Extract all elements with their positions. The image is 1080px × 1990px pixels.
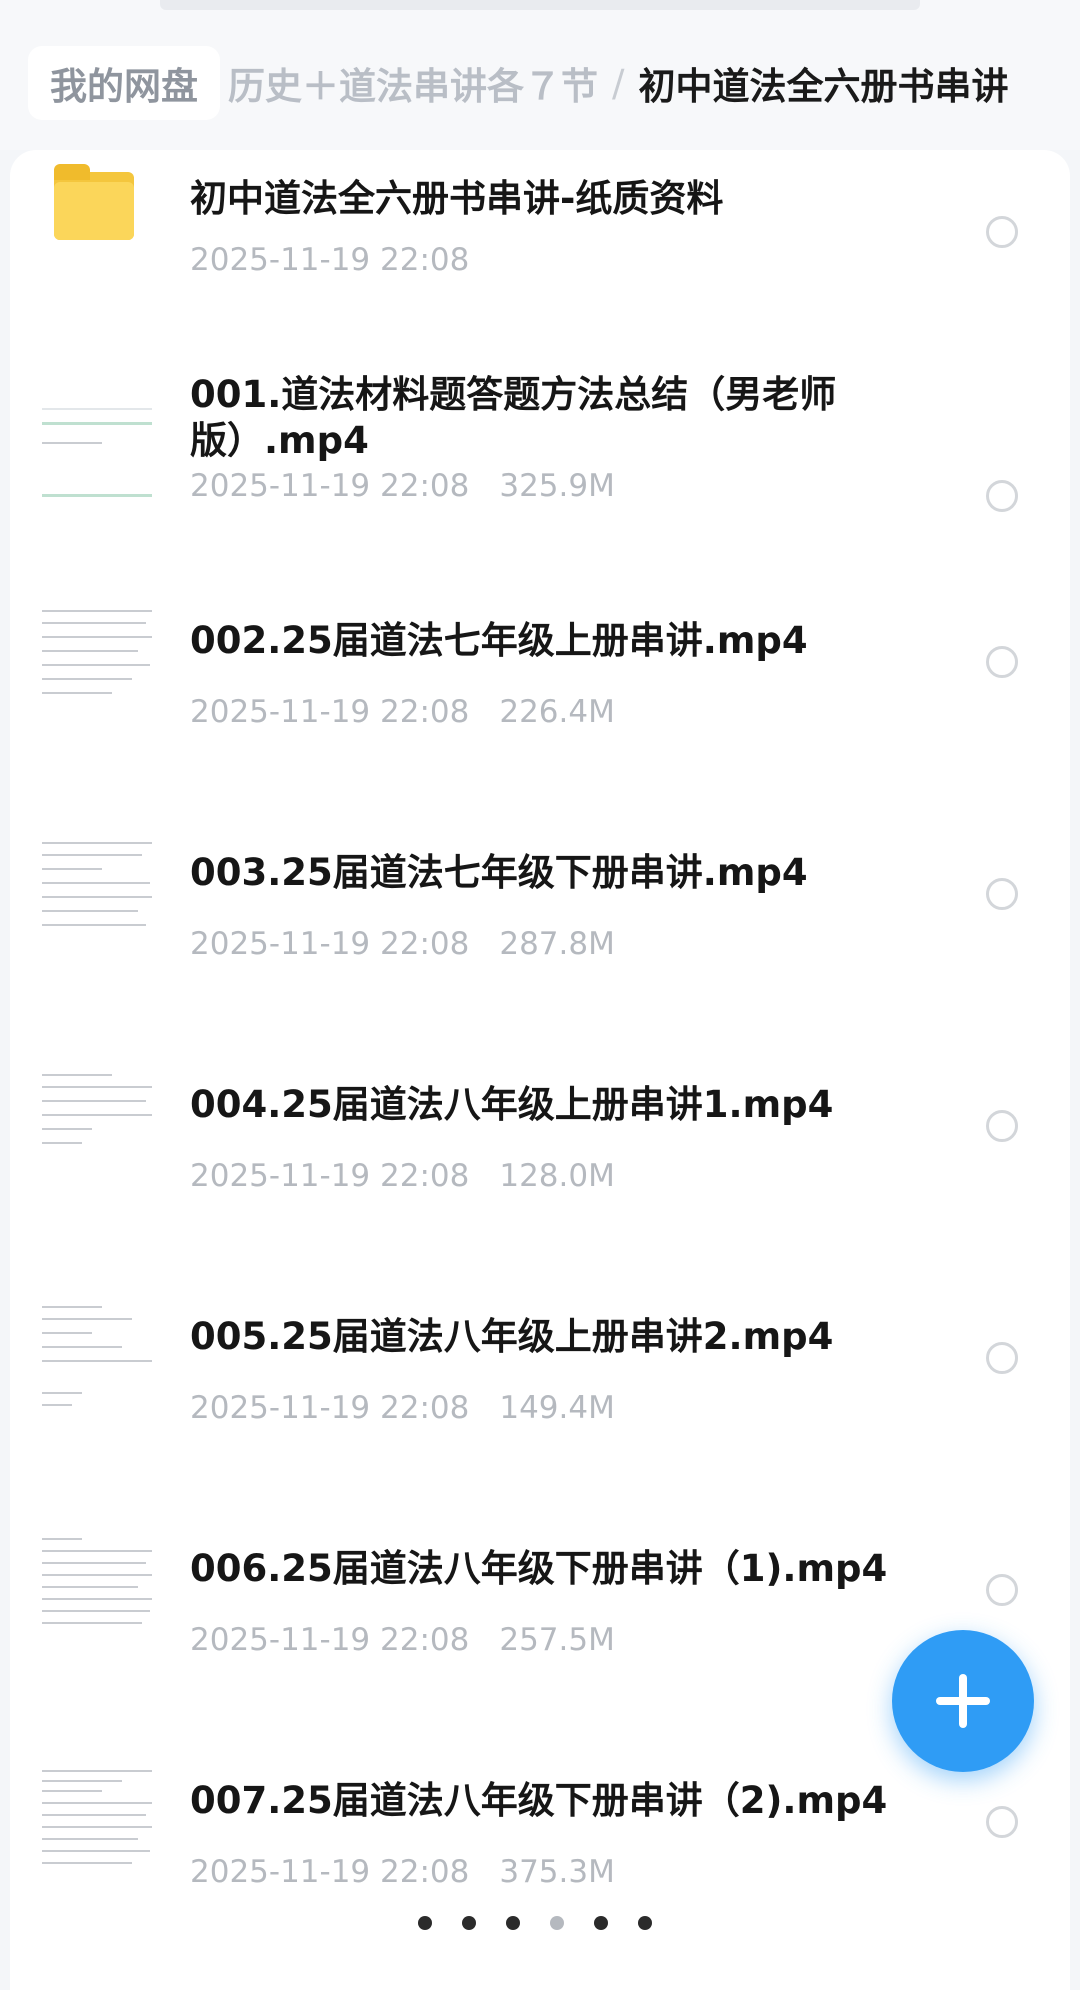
item-size: 325.9M bbox=[499, 468, 615, 504]
item-size: 257.5M bbox=[499, 1622, 615, 1658]
breadcrumb-separator: / bbox=[612, 61, 625, 105]
item-title: 007.25届道法八年级下册串讲（2).mp4 bbox=[190, 1779, 888, 1822]
status-strip bbox=[160, 0, 920, 10]
item-size: 375.3M bbox=[499, 1854, 615, 1890]
item-title: 003.25届道法七年级下册串讲.mp4 bbox=[190, 851, 808, 894]
item-size: 287.8M bbox=[499, 926, 615, 962]
select-checkbox[interactable] bbox=[986, 878, 1018, 910]
item-size: 128.0M bbox=[499, 1158, 615, 1194]
item-size: 226.4M bbox=[499, 694, 615, 730]
select-checkbox[interactable] bbox=[986, 1806, 1018, 1838]
item-date: 2025-11-19 22:08 bbox=[190, 242, 470, 278]
page-indicator bbox=[418, 1916, 652, 1930]
page-dot[interactable] bbox=[462, 1916, 476, 1930]
video-thumbnail bbox=[40, 1302, 160, 1422]
list-item[interactable]: 007.25届道法八年级下册串讲（2).mp4 2025-11-19 22:08… bbox=[10, 1742, 1070, 1974]
item-meta: 2025-11-19 22:08 226.4M bbox=[190, 694, 615, 730]
item-date: 2025-11-19 22:08 bbox=[190, 1158, 470, 1194]
select-checkbox[interactable] bbox=[986, 216, 1018, 248]
item-title: 初中道法全六册书串讲-纸质资料 bbox=[190, 177, 724, 220]
item-meta: 2025-11-19 22:08 257.5M bbox=[190, 1622, 615, 1658]
video-thumbnail bbox=[40, 402, 160, 522]
page-dot[interactable] bbox=[638, 1916, 652, 1930]
item-size: 149.4M bbox=[499, 1390, 615, 1426]
item-meta: 2025-11-19 22:08 149.4M bbox=[190, 1390, 615, 1426]
item-title: 002.25届道法七年级上册串讲.mp4 bbox=[190, 619, 808, 662]
item-meta: 2025-11-19 22:08 128.0M bbox=[190, 1158, 615, 1194]
page-dot[interactable] bbox=[594, 1916, 608, 1930]
list-item[interactable]: 005.25届道法八年级上册串讲2.mp4 2025-11-19 22:08 14… bbox=[10, 1278, 1070, 1510]
breadcrumb-current: 初中道法全六册书串讲 bbox=[638, 65, 1009, 108]
select-checkbox[interactable] bbox=[986, 1110, 1018, 1142]
item-meta: 2025-11-19 22:08 375.3M bbox=[190, 1854, 615, 1890]
item-date: 2025-11-19 22:08 bbox=[190, 1622, 470, 1658]
item-meta: 2025-11-19 22:08 287.8M bbox=[190, 926, 615, 962]
item-meta: 2025-11-19 22:08 325.9M bbox=[190, 468, 615, 504]
item-date: 2025-11-19 22:08 bbox=[190, 926, 470, 962]
video-thumbnail bbox=[40, 606, 160, 726]
list-item[interactable]: 004.25届道法八年级上册串讲1.mp4 2025-11-19 22:08 12… bbox=[10, 1046, 1070, 1278]
item-date: 2025-11-19 22:08 bbox=[190, 694, 470, 730]
page-dot[interactable] bbox=[506, 1916, 520, 1930]
select-checkbox[interactable] bbox=[986, 1342, 1018, 1374]
item-date: 2025-11-19 22:08 bbox=[190, 1390, 470, 1426]
item-title: 005.25届道法八年级上册串讲2.mp4 bbox=[190, 1315, 834, 1358]
list-item[interactable]: 002.25届道法七年级上册串讲.mp4 2025-11-19 22:08 226… bbox=[10, 582, 1070, 814]
video-thumbnail bbox=[40, 1070, 160, 1190]
item-meta: 2025-11-19 22:08 bbox=[190, 242, 469, 278]
select-checkbox[interactable] bbox=[986, 1574, 1018, 1606]
item-date: 2025-11-19 22:08 bbox=[190, 1854, 470, 1890]
item-title: 006.25届道法八年级下册串讲（1).mp4 bbox=[190, 1547, 888, 1590]
add-button[interactable] bbox=[892, 1630, 1034, 1772]
list-item[interactable]: 001.道法材料题答题方法总结（男老师版）.mp4 2025-11-19 22:… bbox=[10, 322, 1070, 554]
video-thumbnail bbox=[40, 1534, 160, 1654]
page-dot[interactable] bbox=[418, 1916, 432, 1930]
select-checkbox[interactable] bbox=[986, 480, 1018, 512]
item-title: 004.25届道法八年级上册串讲1.mp4 bbox=[190, 1083, 834, 1126]
breadcrumb-parent[interactable]: 历史＋道法串讲各７节 bbox=[228, 56, 598, 110]
page-dot-active[interactable] bbox=[550, 1916, 564, 1930]
item-title: 001.道法材料题答题方法总结（男老师版）.mp4 bbox=[190, 373, 837, 462]
top-bar: 我的网盘 历史＋道法串讲各７节 / 初中道法全六册书串讲 bbox=[0, 0, 1080, 150]
video-thumbnail bbox=[40, 838, 160, 958]
list-item[interactable]: 003.25届道法七年级下册串讲.mp4 2025-11-19 22:08 287… bbox=[10, 814, 1070, 1046]
breadcrumb: 我的网盘 历史＋道法串讲各７节 / 初中道法全六册书串讲 bbox=[28, 46, 1009, 120]
breadcrumb-root[interactable]: 我的网盘 bbox=[28, 46, 220, 120]
item-date: 2025-11-19 22:08 bbox=[190, 468, 470, 504]
select-checkbox[interactable] bbox=[986, 646, 1018, 678]
video-thumbnail bbox=[40, 1766, 160, 1886]
